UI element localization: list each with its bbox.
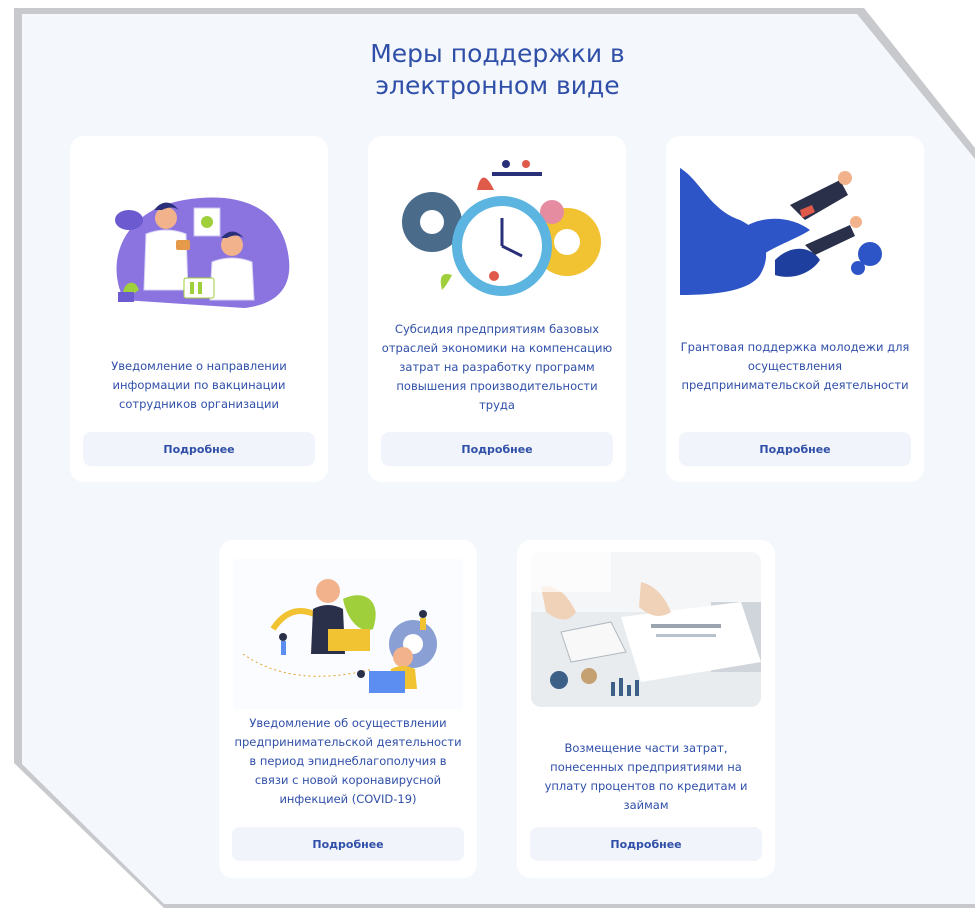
support-card-interest-compensation: Возмещение части затрат, понесенных пред… <box>517 540 775 878</box>
support-card-covid-notification: Уведомление об осуществлении предпринима… <box>219 540 477 878</box>
card-description: Грантовая поддержка молодежи для осущест… <box>680 340 910 392</box>
page-title-line-1: Меры поддержки в <box>370 39 625 68</box>
support-card-youth-grant: Грантовая поддержка молодежи для осущест… <box>666 136 924 482</box>
scientists-lab-illustration <box>115 197 290 308</box>
card-description: Уведомление об осуществлении предпринима… <box>234 716 462 806</box>
details-button[interactable]: Подробнее <box>232 827 464 861</box>
details-button[interactable]: Подробнее <box>530 827 762 861</box>
card-description: Возмещение части затрат, понесенных пред… <box>544 741 748 812</box>
card-description: Уведомление о направлении информации по … <box>111 359 287 411</box>
page-title: Меры поддержки в электронном виде <box>0 38 975 102</box>
details-button[interactable]: Подробнее <box>679 432 911 466</box>
details-button[interactable]: Подробнее <box>381 432 613 466</box>
calculator-documents-photo <box>531 552 761 707</box>
office-team-illustration <box>233 559 463 709</box>
support-card-vaccination: Уведомление о направлении информации по … <box>70 136 328 482</box>
gears-clock-illustration <box>402 160 601 296</box>
details-button[interactable]: Подробнее <box>83 432 315 466</box>
support-card-productivity-subsidy: Субсидия предприятиям базовых отраслей э… <box>368 136 626 482</box>
card-description: Субсидия предприятиям базовых отраслей э… <box>381 322 613 412</box>
flying-businesspeople-illustration <box>680 168 882 295</box>
page-title-line-2: электронном виде <box>375 71 620 100</box>
